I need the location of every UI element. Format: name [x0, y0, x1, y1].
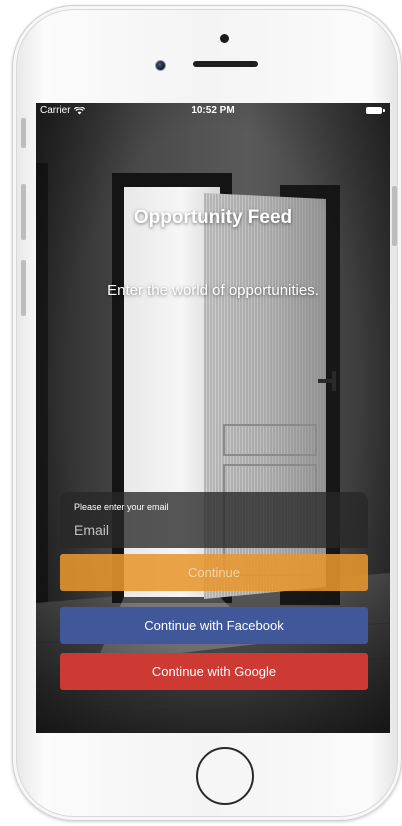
front-camera-icon: [155, 60, 166, 71]
email-input[interactable]: [70, 517, 356, 543]
status-bar: Carrier 10:52 PM: [36, 103, 390, 119]
continue-with-google-button[interactable]: Continue with Google: [60, 653, 368, 690]
volume-up-button: [21, 184, 26, 240]
app-screen: Carrier 10:52 PM Opportunity Feed Enter …: [36, 103, 390, 733]
mute-switch: [21, 118, 26, 148]
proximity-sensor: [220, 34, 229, 43]
status-time: 10:52 PM: [191, 105, 235, 116]
home-button[interactable]: [196, 747, 254, 805]
app-subtitle: Enter the world of opportunities.: [107, 282, 319, 299]
power-button: [392, 186, 397, 246]
earpiece-speaker: [193, 61, 258, 67]
continue-button[interactable]: Continue: [60, 554, 368, 591]
email-panel: Please enter your email: [60, 492, 368, 548]
email-label: Please enter your email: [74, 502, 169, 512]
continue-with-facebook-button[interactable]: Continue with Facebook: [60, 607, 368, 644]
app-title: Opportunity Feed: [133, 207, 293, 228]
volume-down-button: [21, 260, 26, 316]
battery-icon: [366, 107, 385, 114]
